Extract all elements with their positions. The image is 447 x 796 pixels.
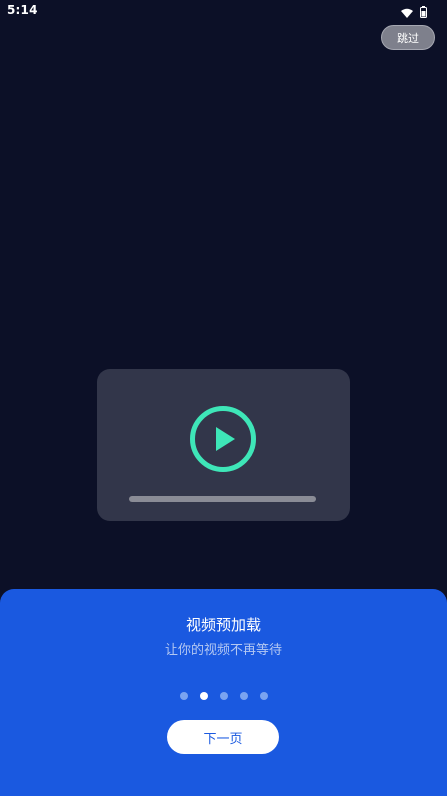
page-dot[interactable] [219,692,228,700]
page-indicator [0,692,447,700]
video-preview-card [97,369,350,521]
page-dot[interactable] [239,692,248,700]
play-icon[interactable] [189,405,257,473]
status-bar: 5:14 [0,0,447,20]
skip-button[interactable]: 跳过 [381,25,435,50]
video-progress-bar [129,496,316,502]
panel-title: 视频预加载 [185,616,261,634]
onboarding-screen: 5:14 跳过 视频预加载 让你的视频不再等待 下一页 [0,0,447,796]
page-dot[interactable] [259,692,268,700]
status-icons [401,3,427,22]
page-dot[interactable] [179,692,188,700]
wifi-icon [401,3,413,22]
next-page-button[interactable]: 下一页 [167,720,279,754]
status-time: 5:14 [7,3,38,17]
battery-icon [420,3,427,22]
panel-subtitle: 让你的视频不再等待 [164,643,282,658]
onboarding-panel: 视频预加载 让你的视频不再等待 下一页 [0,589,447,796]
page-dot[interactable] [199,692,208,700]
